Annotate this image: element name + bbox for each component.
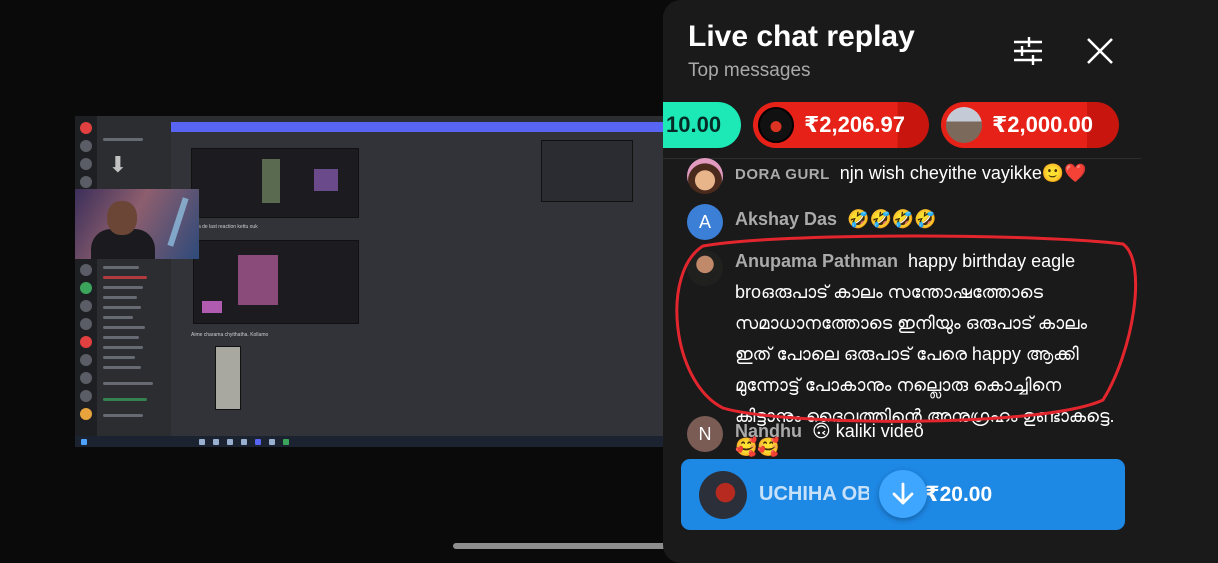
avatar[interactable] xyxy=(687,250,723,286)
message-text: 🤣🤣🤣🤣 xyxy=(847,209,937,229)
message-author: DORA GURL xyxy=(735,166,830,183)
ticker-chip[interactable]: 10.00 xyxy=(663,102,741,148)
panel-title: Live chat replay xyxy=(688,20,915,53)
pinned-author: UCHIHA OB xyxy=(759,483,869,505)
avatar xyxy=(946,107,982,143)
stream-screenshot: ezra de last reaction kettu ouk Aime cha… xyxy=(75,116,663,447)
windows-taskbar xyxy=(75,436,663,447)
message-author: Nandhu xyxy=(735,421,802,441)
avatar[interactable]: N xyxy=(687,416,723,452)
chip-amount: ₹2,206.97 xyxy=(804,112,905,137)
pinned-amount: ₹20.00 xyxy=(925,483,993,506)
chip-amount: 10.00 xyxy=(666,112,722,137)
sliders-icon[interactable] xyxy=(1011,34,1045,68)
message-text: 🙃 kaliki video xyxy=(812,421,924,441)
avatar[interactable] xyxy=(687,158,723,194)
chat-message[interactable]: DORA GURL njn wish cheyithe vayikke🙂❤️ xyxy=(687,158,1087,194)
avatar[interactable]: A xyxy=(687,204,723,240)
webcam-overlay xyxy=(75,189,199,259)
chat-mode-dropdown[interactable]: Top messages xyxy=(688,60,811,82)
discord-streamer-banner xyxy=(171,122,663,132)
discord-server-rail xyxy=(75,116,97,436)
chat-message-list[interactable]: DORA GURL njn wish cheyithe vayikke🙂❤️ A … xyxy=(663,158,1141,457)
chat-header: Live chat replay Top messages xyxy=(663,0,1141,96)
chat-message[interactable]: N Nandhu 🙃 kaliki video xyxy=(687,416,924,452)
avatar xyxy=(758,107,794,143)
super-chat-ticker: 10.00 ₹2,206.97 ₹2,000.00 xyxy=(663,102,1141,150)
ticker-chip[interactable]: ₹2,206.97 xyxy=(753,102,929,148)
message-text: njn wish cheyithe vayikke🙂❤️ xyxy=(839,163,1087,183)
video-player[interactable]: ezra de last reaction kettu ouk Aime cha… xyxy=(0,0,663,563)
avatar xyxy=(699,470,747,519)
message-author: Anupama Pathman xyxy=(735,251,899,271)
chat-message[interactable]: A Akshay Das 🤣🤣🤣🤣 xyxy=(687,204,937,240)
message-author: Akshay Das xyxy=(735,209,838,229)
chip-amount: ₹2,000.00 xyxy=(992,112,1093,137)
close-icon[interactable] xyxy=(1083,34,1117,68)
arrow-down-icon[interactable] xyxy=(879,470,927,518)
live-chat-panel: Live chat replay Top messages 10.00 ₹2,2… xyxy=(663,0,1218,563)
ticker-chip[interactable]: ₹2,000.00 xyxy=(941,102,1119,148)
discord-chat-view: ezra de last reaction kettu ouk Aime cha… xyxy=(171,132,663,436)
download-arrow-icon: ⬇ xyxy=(108,152,128,177)
